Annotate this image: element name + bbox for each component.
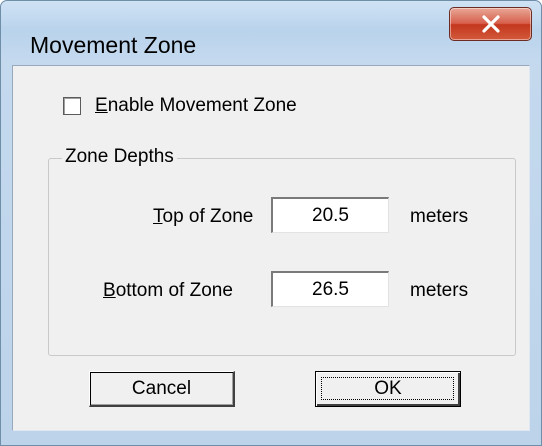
mnemonic-e: E — [95, 95, 108, 116]
top-of-zone-input[interactable] — [271, 197, 389, 233]
focus-rectangle — [321, 377, 454, 400]
top-of-zone-unit: meters — [410, 206, 469, 227]
cancel-button-label: Cancel — [131, 377, 192, 399]
bottom-of-zone-label-text: ottom of Zone — [115, 280, 233, 301]
ok-button[interactable]: OK — [315, 371, 461, 407]
enable-movement-zone-label[interactable]: Enable Movement Zone — [95, 95, 297, 117]
title-bar[interactable]: Movement Zone — [1, 1, 541, 65]
zone-depths-group: Zone Depths Top of Zone meters Bottom of… — [48, 146, 516, 356]
close-icon — [482, 15, 500, 33]
checkbox-label-text: nable Movement Zone — [107, 95, 297, 116]
mnemonic-b: B — [103, 280, 116, 301]
cancel-button[interactable]: Cancel — [89, 371, 235, 407]
checkbox-box[interactable] — [63, 97, 81, 115]
close-button[interactable] — [449, 7, 532, 41]
bottom-of-zone-input[interactable] — [271, 271, 389, 307]
top-of-zone-label-text: op of Zone — [162, 206, 254, 227]
enable-movement-zone-checkbox[interactable]: Enable Movement Zone — [63, 92, 297, 120]
top-of-zone-label: Top of Zone — [153, 206, 253, 228]
bottom-of-zone-unit: meters — [410, 280, 469, 301]
window-title: Movement Zone — [30, 32, 197, 58]
dialog-client-area: Enable Movement Zone Zone Depths Top of … — [12, 65, 530, 431]
bottom-of-zone-label: Bottom of Zone — [103, 280, 233, 302]
mnemonic-t: T — [153, 206, 163, 227]
dialog-window: Movement Zone Enable Movement Zone Zone … — [0, 0, 542, 446]
group-legend: Zone Depths — [62, 146, 177, 168]
